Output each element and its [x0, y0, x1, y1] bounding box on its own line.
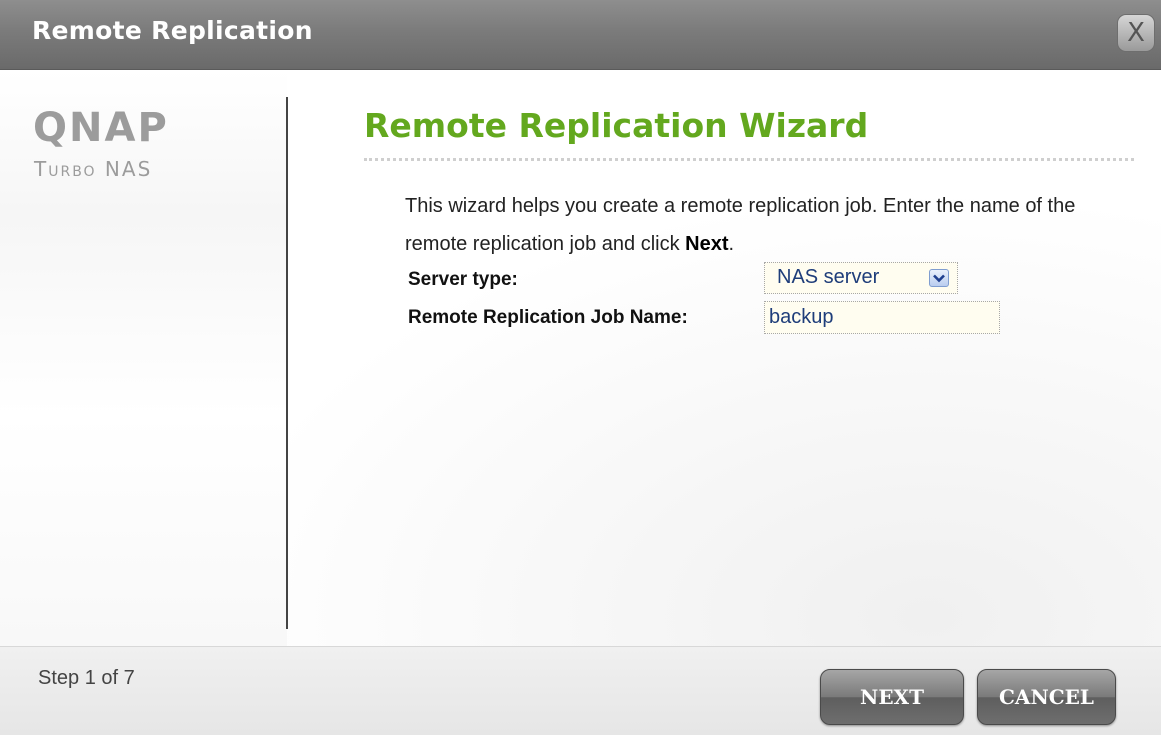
next-button[interactable]: NEXT	[820, 669, 964, 725]
cancel-button[interactable]: CANCEL	[977, 669, 1116, 725]
qnap-logo-subtext: Turbo NAS	[34, 157, 153, 181]
heading-divider	[364, 158, 1134, 161]
sidebar: QNAP Turbo NAS	[0, 70, 287, 646]
dialog-content: QNAP Turbo NAS Remote Replication Wizard…	[0, 70, 1161, 646]
remote-replication-dialog: Remote Replication X QNAP Turbo NAS Remo…	[0, 0, 1161, 735]
description-end: .	[728, 233, 735, 255]
server-type-value: NAS server	[777, 266, 880, 288]
job-name-label: Remote Replication Job Name:	[408, 307, 688, 328]
job-name-input[interactable]	[764, 301, 1000, 334]
close-icon: X	[1127, 18, 1145, 48]
wizard-description: This wizard helps you create a remote re…	[405, 187, 1105, 263]
server-type-label: Server type:	[408, 269, 518, 290]
chevron-down-icon[interactable]	[929, 269, 949, 287]
description-text: This wizard helps you create a remote re…	[405, 195, 1076, 255]
step-indicator: Step 1 of 7	[38, 667, 135, 689]
description-next-keyword: Next	[685, 233, 729, 255]
wizard-heading: Remote Replication Wizard	[364, 106, 869, 145]
dialog-title: Remote Replication	[32, 16, 313, 45]
close-button[interactable]: X	[1117, 14, 1155, 52]
server-type-select[interactable]: NAS server	[764, 262, 958, 294]
qnap-logo: QNAP	[33, 105, 169, 151]
dialog-footer: Step 1 of 7 NEXT CANCEL	[0, 646, 1161, 735]
sidebar-divider	[286, 97, 288, 629]
title-bar: Remote Replication X	[0, 0, 1161, 70]
